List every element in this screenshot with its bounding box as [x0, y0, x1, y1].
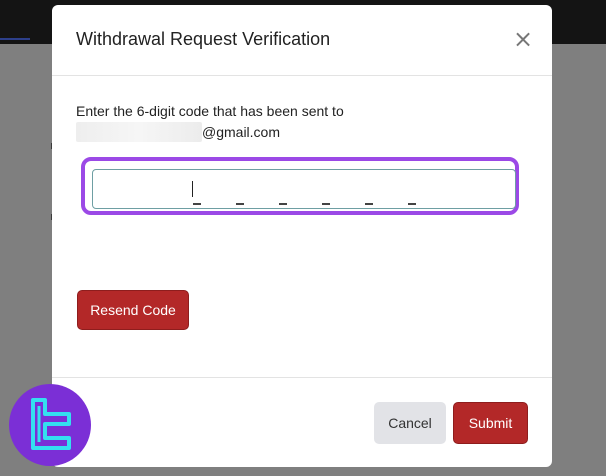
modal-footer: Cancel Submit — [52, 377, 552, 467]
code-instructions: Enter the 6-digit code that has been sen… — [76, 101, 526, 143]
redacted-email-local-part — [76, 122, 202, 142]
cancel-button[interactable]: Cancel — [374, 402, 446, 444]
code-digit-slot — [279, 203, 287, 205]
modal-title: Withdrawal Request Verification — [76, 29, 331, 49]
brand-logo-icon — [9, 384, 91, 466]
verification-code-input[interactable] — [92, 169, 516, 209]
text-caret — [192, 181, 193, 197]
recipient-email: @gmail.com — [76, 122, 526, 143]
code-digit-slot — [236, 203, 244, 205]
modal-header: Withdrawal Request Verification × — [52, 5, 552, 76]
close-icon[interactable]: × — [512, 27, 534, 51]
submit-button[interactable]: Submit — [453, 402, 528, 444]
email-domain: @gmail.com — [202, 124, 281, 140]
instruction-text: Enter the 6-digit code that has been sen… — [76, 103, 344, 119]
code-digit-slot — [365, 203, 373, 205]
code-input-highlight — [81, 157, 519, 215]
background-link-fragment — [0, 38, 30, 40]
resend-code-button[interactable]: Resend Code — [77, 290, 189, 330]
code-digit-slot — [408, 203, 416, 205]
code-digit-slot — [193, 203, 201, 205]
code-digit-slot — [322, 203, 330, 205]
withdrawal-verification-modal: Withdrawal Request Verification × Enter … — [52, 5, 552, 467]
